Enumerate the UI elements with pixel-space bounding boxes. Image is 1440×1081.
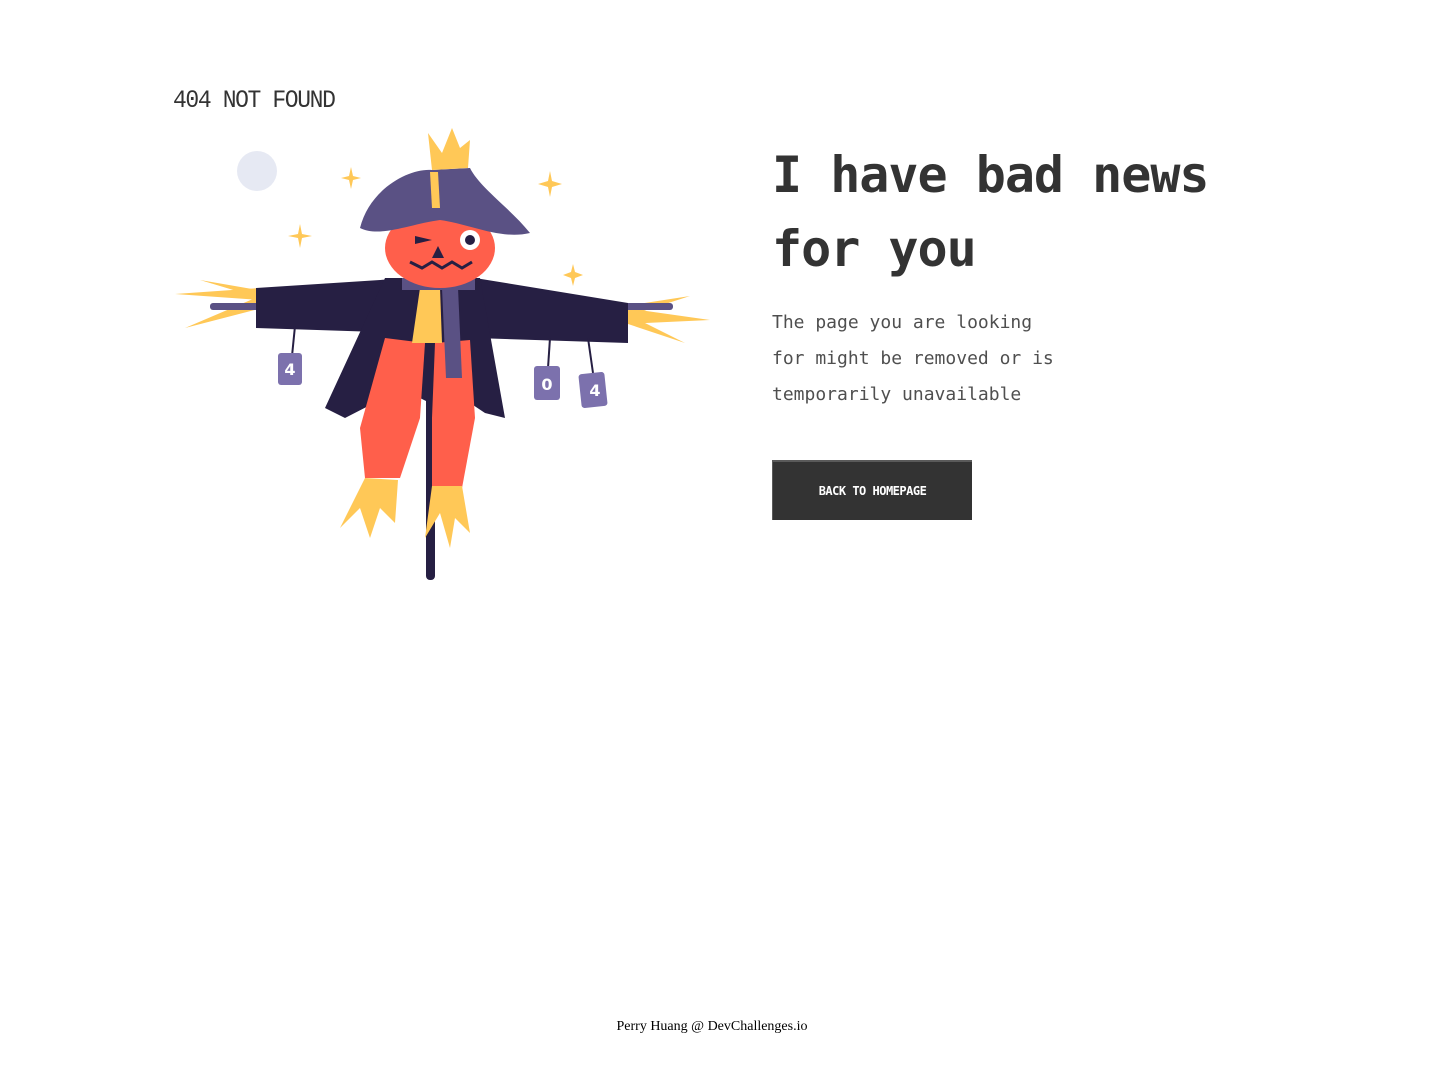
headline-line-1: I have bad news [772,146,1210,204]
description-line-2: for might be removed or is [772,348,1054,369]
scarecrow-illustration: 4 0 4 [175,128,710,580]
description-line-1: The page you are looking [772,312,1033,333]
footer-site-link[interactable]: DevChallenges.io [708,1019,808,1034]
headline-line-2: for you [772,220,977,278]
site-logo[interactable]: 404 NOT FOUND [173,86,336,115]
hat-straw [428,128,470,170]
page-description: The page you are looking for might be re… [772,305,1072,413]
can-label-right: 4 [589,381,600,400]
back-to-homepage-button[interactable]: BACK TO HOMEPAGE [772,460,972,520]
moon-circle [237,151,277,191]
page-headline: I have bad news for you [772,138,1292,286]
footer-separator: @ [691,1019,705,1034]
footer-author: Perry Huang [616,1019,688,1034]
can-label-left: 4 [284,360,295,379]
boot-straw [340,478,470,548]
can-label-middle: 0 [541,375,552,394]
footer-credit: Perry Huang @ DevChallenges.io [0,1019,1424,1035]
description-line-3: temporarily unavailable [772,384,1022,405]
